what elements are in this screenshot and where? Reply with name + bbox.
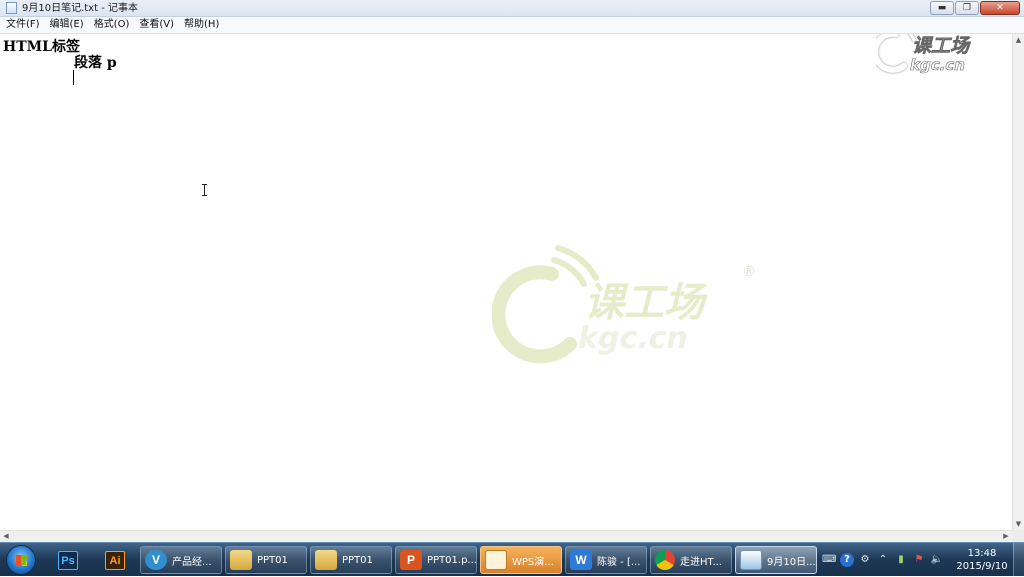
app-v-icon: V xyxy=(145,550,167,570)
minimize-button[interactable]: ▬ xyxy=(930,1,954,15)
chrome-icon xyxy=(655,550,675,570)
pinned-photoshop[interactable]: Ps xyxy=(48,546,88,574)
editor-line-2: 段落 p xyxy=(74,55,117,71)
flag-icon[interactable]: ⚑ xyxy=(912,553,926,567)
close-button[interactable]: ✕ xyxy=(980,1,1020,15)
start-button[interactable] xyxy=(6,545,36,575)
taskbar-item-ppt01-presentation[interactable]: P PPT01.p... xyxy=(395,546,477,574)
corner-brand: 课工场 xyxy=(912,35,971,57)
clock-date: 2015/9/10 xyxy=(956,561,1008,572)
window-controls: ▬ ❐ ✕ xyxy=(929,1,1020,15)
taskbar-item-ppt01-folder-1[interactable]: PPT01 xyxy=(225,546,307,574)
help-icon[interactable]: ? xyxy=(840,553,854,567)
task-label: 陈骏 - [... xyxy=(597,556,641,568)
corner-domain: kgc.cn xyxy=(910,56,965,74)
show-desktop-button[interactable] xyxy=(1013,543,1024,576)
editor-line-1: HTML标签 xyxy=(3,39,80,55)
ibeam-cursor-icon xyxy=(202,184,208,196)
task-label: PPT01 xyxy=(342,554,373,566)
keyboard-icon[interactable]: ⌨ xyxy=(822,553,836,567)
notepad-icon xyxy=(6,2,17,14)
wps-writer-icon: W xyxy=(570,550,592,570)
scroll-right-icon[interactable]: ▶ xyxy=(1000,531,1012,542)
window-title: 9月10日笔记.txt - 记事本 xyxy=(22,2,138,14)
watermark-brand: 课工场 xyxy=(584,280,708,326)
menu-view[interactable]: 查看(V) xyxy=(134,17,179,33)
wps-icon xyxy=(485,550,507,570)
illustrator-icon: Ai xyxy=(105,551,125,570)
task-label: WPS演... xyxy=(512,556,554,568)
notepad-icon xyxy=(740,550,762,570)
window-title-bar[interactable]: 9月10日笔记.txt - 记事本 ▬ ❐ ✕ xyxy=(0,0,1024,17)
taskbar: Ps Ai V 产品经... PPT01 PPT01 P PPT01.p... … xyxy=(0,542,1024,576)
scrollbar-corner xyxy=(1012,530,1024,542)
powerpoint-icon: P xyxy=(400,550,422,570)
task-label: 产品经... xyxy=(172,556,212,568)
folder-icon xyxy=(315,550,337,570)
kgc-corner-logo: 课工场 kgc.cn xyxy=(876,34,971,74)
network-icon[interactable]: ▮ xyxy=(894,553,908,567)
pinned-illustrator[interactable]: Ai xyxy=(95,546,135,574)
taskbar-item-wps-presentation[interactable]: WPS演... xyxy=(480,546,562,574)
task-label: 9月10日... xyxy=(767,556,816,568)
text-editor[interactable]: HTML标签 段落 p 课工场 kgc.cn ® 课工场 kgc.cn xyxy=(0,34,1012,530)
clock-time: 13:48 xyxy=(967,548,997,559)
photoshop-icon: Ps xyxy=(58,551,78,570)
kgc-watermark-logo: 课工场 kgc.cn ® xyxy=(492,245,756,364)
menu-format[interactable]: 格式(O) xyxy=(89,17,135,33)
taskbar-item-wps-writer[interactable]: W 陈骏 - [... xyxy=(565,546,647,574)
horizontal-scrollbar[interactable]: ◀ ▶ xyxy=(0,530,1012,542)
folder-icon xyxy=(230,550,252,570)
scroll-left-icon[interactable]: ◀ xyxy=(0,531,12,542)
scroll-up-icon[interactable]: ▲ xyxy=(1013,34,1024,46)
menu-bar: 文件(F) 编辑(E) 格式(O) 查看(V) 帮助(H) xyxy=(0,17,1024,34)
windows-logo-icon xyxy=(16,555,27,566)
volume-icon[interactable]: 🔈 xyxy=(930,553,944,567)
taskbar-item-chrome[interactable]: 走进HT... xyxy=(650,546,732,574)
menu-help[interactable]: 帮助(H) xyxy=(179,17,224,33)
text-caret xyxy=(73,70,74,85)
task-label: 走进HT... xyxy=(680,556,722,568)
menu-file[interactable]: 文件(F) xyxy=(0,17,45,33)
scroll-down-icon[interactable]: ▼ xyxy=(1013,518,1024,530)
taskbar-item-product[interactable]: V 产品经... xyxy=(140,546,222,574)
task-label: PPT01 xyxy=(257,554,288,566)
task-label: PPT01.p... xyxy=(427,554,476,566)
taskbar-item-ppt01-folder-2[interactable]: PPT01 xyxy=(310,546,392,574)
system-tray: ⌨ ? ⚙ ⌃ ▮ ⚑ 🔈 xyxy=(822,543,948,577)
taskbar-item-notepad[interactable]: 9月10日... xyxy=(735,546,817,574)
settings-icon[interactable]: ⚙ xyxy=(858,553,872,567)
maximize-button[interactable]: ❐ xyxy=(955,1,979,15)
watermark-domain: kgc.cn xyxy=(578,321,688,356)
watermark-registered: ® xyxy=(742,264,756,280)
expand-tray-icon[interactable]: ⌃ xyxy=(876,553,890,567)
system-clock[interactable]: 13:48 2015/9/10 xyxy=(952,547,1012,573)
vertical-scrollbar[interactable]: ▲ ▼ xyxy=(1012,34,1024,530)
menu-edit[interactable]: 编辑(E) xyxy=(45,17,89,33)
